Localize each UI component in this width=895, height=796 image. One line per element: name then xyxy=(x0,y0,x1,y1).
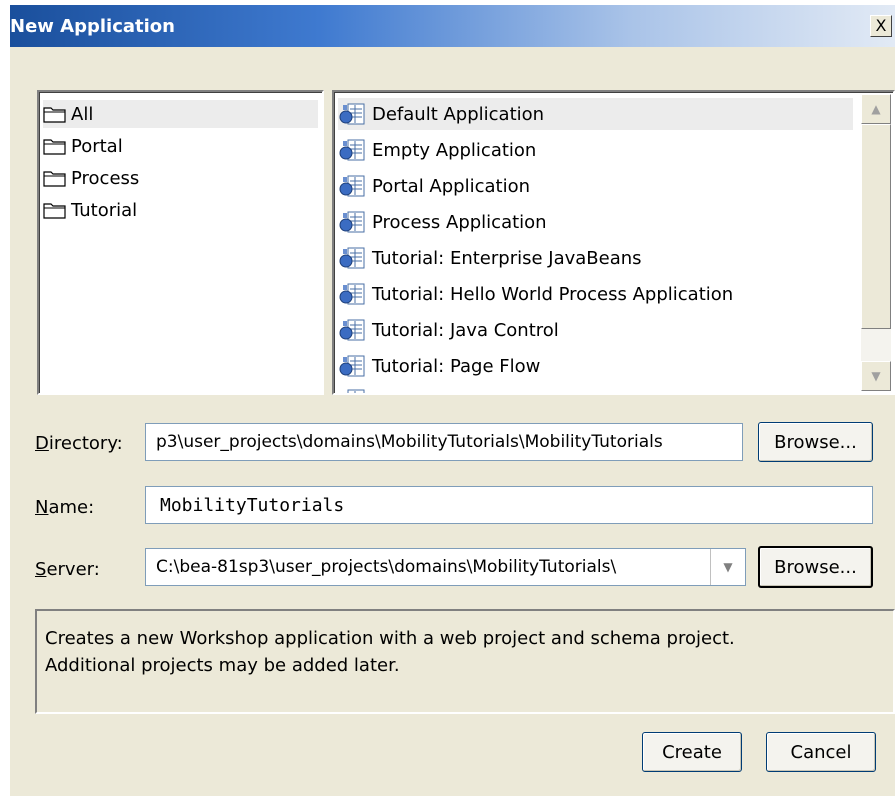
directory-label: Directory: xyxy=(35,433,123,454)
close-icon: X xyxy=(875,16,887,35)
cancel-label: Cancel xyxy=(790,741,852,763)
category-label: All xyxy=(71,103,94,125)
scroll-down-button[interactable]: ▼ xyxy=(861,361,891,391)
application-template-icon xyxy=(338,353,366,379)
title-bar: New Application X xyxy=(10,5,895,47)
template-label: Portal Application xyxy=(372,175,531,197)
scroll-thumb[interactable] xyxy=(861,124,891,329)
template-label: Process Application xyxy=(372,211,547,233)
category-item-process[interactable]: Process xyxy=(43,164,139,192)
template-item-partial[interactable] xyxy=(338,384,853,393)
server-label: Server: xyxy=(35,559,100,580)
scroll-up-button[interactable]: ▲ xyxy=(861,94,891,124)
application-template-icon xyxy=(338,317,366,343)
template-label: Default Application xyxy=(372,103,545,125)
close-button[interactable]: X xyxy=(870,15,892,37)
application-template-icon xyxy=(338,101,366,127)
template-item-tutorial-hello-world[interactable]: Tutorial: Hello World Process Applicatio… xyxy=(338,278,853,310)
application-template-icon xyxy=(338,173,366,199)
server-value: C:\bea-81sp3\user_projects\domains\Mobil… xyxy=(156,557,617,577)
application-template-icon xyxy=(338,281,366,307)
folder-icon xyxy=(43,201,67,219)
window-title: New Application xyxy=(10,16,175,37)
name-value: MobilityTutorials xyxy=(160,494,345,516)
template-item-tutorial-java-control[interactable]: Tutorial: Java Control xyxy=(338,314,853,346)
template-item-tutorial-page-flow[interactable]: Tutorial: Page Flow xyxy=(338,350,853,382)
browse-label: Browse... xyxy=(774,556,857,578)
description-line-1: Creates a new Workshop application with … xyxy=(45,628,735,649)
category-label: Portal xyxy=(71,135,123,157)
category-item-all[interactable]: All xyxy=(43,100,318,128)
folder-icon xyxy=(43,169,67,187)
folder-icon xyxy=(43,137,67,155)
category-label: Tutorial xyxy=(71,199,138,221)
description-line-2: Additional projects may be added later. xyxy=(45,655,400,676)
category-list[interactable]: All Portal Process Tutorial xyxy=(37,90,324,395)
template-item-tutorial-ejb[interactable]: Tutorial: Enterprise JavaBeans xyxy=(338,242,853,274)
template-label: Tutorial: Page Flow xyxy=(372,355,541,377)
server-dropdown-button[interactable]: ▼ xyxy=(710,549,745,585)
new-application-dialog: New Application X All Portal Process Tut… xyxy=(10,5,895,796)
template-item-empty-application[interactable]: Empty Application xyxy=(338,134,853,166)
chevron-down-icon: ▼ xyxy=(871,369,881,383)
template-label: Tutorial: Hello World Process Applicatio… xyxy=(372,283,734,305)
application-template-icon xyxy=(338,209,366,235)
cancel-button[interactable]: Cancel xyxy=(766,732,876,772)
template-list-scrollbar[interactable]: ▲ ▼ xyxy=(861,94,891,391)
name-label: Name: xyxy=(35,497,95,518)
create-button[interactable]: Create xyxy=(642,732,742,772)
application-template-icon xyxy=(338,245,366,271)
directory-field[interactable]: p3\user_projects\domains\MobilityTutoria… xyxy=(145,423,743,461)
template-label: Tutorial: Enterprise JavaBeans xyxy=(372,247,642,269)
application-template-icon xyxy=(338,387,366,393)
template-label: Empty Application xyxy=(372,139,537,161)
folder-icon xyxy=(43,105,67,123)
chevron-up-icon: ▲ xyxy=(871,102,881,116)
category-item-portal[interactable]: Portal xyxy=(43,132,123,160)
template-item-default-application[interactable]: Default Application xyxy=(338,98,853,130)
name-field[interactable]: MobilityTutorials xyxy=(145,486,873,524)
create-label: Create xyxy=(662,741,722,763)
chevron-down-icon: ▼ xyxy=(723,560,733,574)
template-item-portal-application[interactable]: Portal Application xyxy=(338,170,853,202)
application-template-icon xyxy=(338,137,366,163)
category-item-tutorial[interactable]: Tutorial xyxy=(43,196,137,224)
directory-value: p3\user_projects\domains\MobilityTutoria… xyxy=(156,432,663,452)
directory-browse-button[interactable]: Browse... xyxy=(758,422,873,462)
template-list[interactable]: Default Application Empty Application Po… xyxy=(332,90,895,395)
template-label: Tutorial: Java Control xyxy=(372,319,559,341)
server-browse-button[interactable]: Browse... xyxy=(758,546,873,588)
browse-label: Browse... xyxy=(774,431,857,453)
template-description: Creates a new Workshop application with … xyxy=(35,609,895,714)
server-combo[interactable]: C:\bea-81sp3\user_projects\domains\Mobil… xyxy=(145,548,746,586)
category-label: Process xyxy=(71,167,140,189)
template-item-process-application[interactable]: Process Application xyxy=(338,206,853,238)
